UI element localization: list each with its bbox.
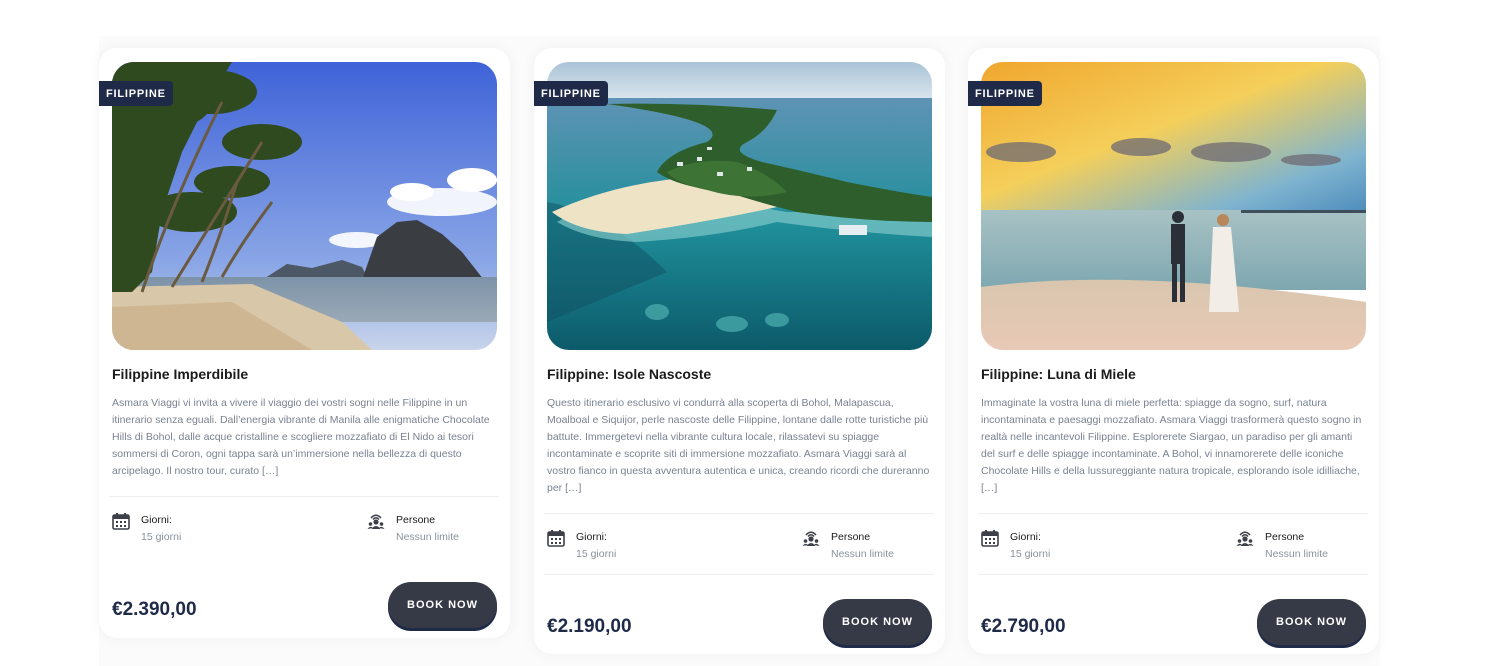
tour-card: FILIPPINE Filippine Imperdibile Asmara V… (99, 48, 510, 638)
tour-card: FILIPPINE Filippine: Isole Nascoste Ques… (534, 48, 945, 654)
book-now-button[interactable]: BOOK NOW (1257, 599, 1366, 645)
duration-value: 15 giorni (576, 548, 617, 560)
tour-title[interactable]: Filippine Imperdibile (112, 366, 248, 382)
group-size-value: Nessun limite (1265, 548, 1329, 560)
group-size-value: Nessun limite (831, 548, 895, 560)
duration-label: Giorni: (141, 514, 172, 526)
tour-description: Immaginate la vostra luna di miele perfe… (981, 397, 1362, 494)
duration-value: 15 giorni (1010, 548, 1051, 560)
group-size-value: Nessun limite (396, 531, 460, 543)
tour-description: Asmara Viaggi vi invita a vivere il viag… (112, 397, 490, 477)
group-people-icon (1236, 531, 1254, 546)
book-now-button[interactable]: BOOK NOW (823, 599, 932, 645)
tour-meta: Giorni: 15 giorni Persone Nessun limite (109, 496, 499, 557)
tour-price: €2.190,00 (547, 616, 632, 637)
group-people-icon (802, 531, 820, 546)
duration-value: 15 giorni (141, 531, 182, 543)
destination-badge[interactable]: FILIPPINE (99, 81, 173, 106)
group-size-label: Persone (831, 531, 871, 543)
calendar-icon (112, 513, 130, 530)
tour-meta: Giorni: 15 giorni Persone Nessun limite (544, 513, 934, 575)
group-size-label: Persone (396, 514, 436, 526)
calendar-icon (547, 530, 565, 547)
book-now-button[interactable]: BOOK NOW (388, 582, 497, 628)
group-size-label: Persone (1265, 531, 1305, 543)
tour-meta: Giorni: 15 giorni Persone Nessun limite (978, 513, 1368, 575)
destination-badge[interactable]: FILIPPINE (534, 81, 608, 106)
tour-card: FILIPPINE Filippine: Luna di Miele Immag… (968, 48, 1379, 654)
calendar-icon (981, 530, 999, 547)
tour-price: €2.390,00 (112, 599, 197, 620)
destination-badge[interactable]: FILIPPINE (968, 81, 1042, 106)
group-people-icon (367, 514, 385, 529)
tour-title[interactable]: Filippine: Luna di Miele (981, 366, 1136, 382)
tour-description: Questo itinerario esclusivo vi condurrà … (547, 397, 930, 494)
duration-label: Giorni: (1010, 531, 1041, 543)
duration-label: Giorni: (576, 531, 607, 543)
tour-title[interactable]: Filippine: Isole Nascoste (547, 366, 711, 382)
tour-price: €2.790,00 (981, 616, 1066, 637)
